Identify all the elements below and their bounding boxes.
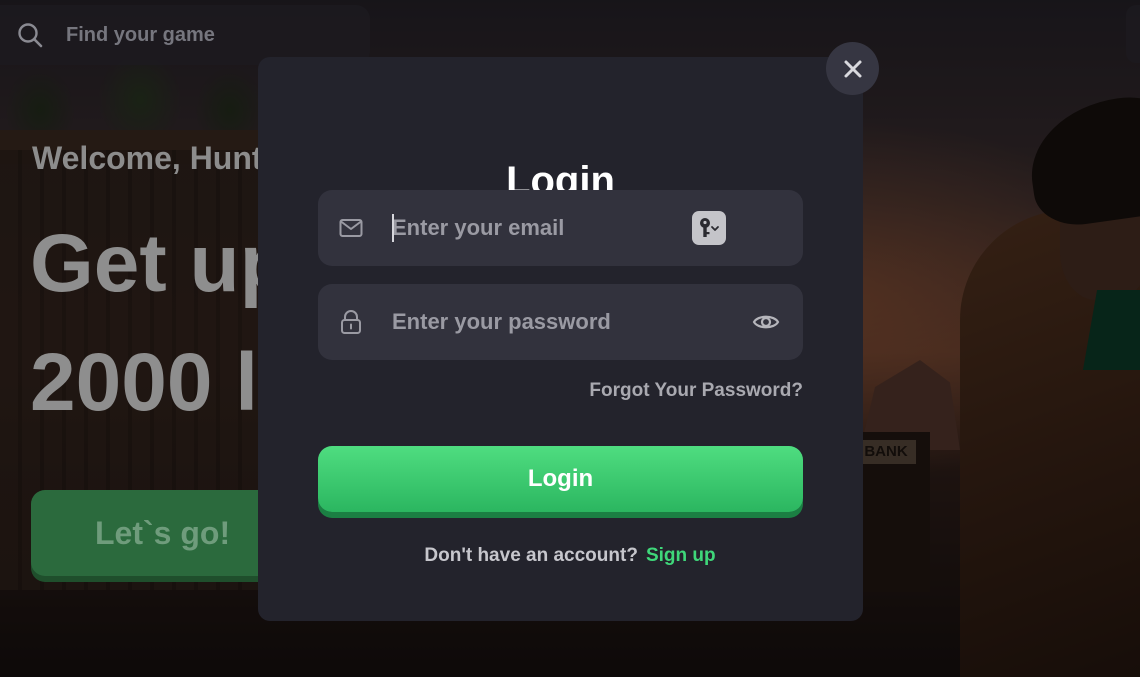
forgot-password-link[interactable]: Forgot Your Password? — [589, 380, 803, 402]
search-icon — [18, 23, 43, 48]
search-bar[interactable] — [0, 5, 370, 65]
key-icon — [700, 218, 719, 237]
close-icon — [844, 60, 861, 77]
welcome-text: Welcome, Hunt — [32, 140, 263, 176]
password-manager-button[interactable] — [692, 211, 726, 245]
close-button[interactable] — [826, 42, 879, 95]
email-field[interactable] — [318, 190, 803, 266]
email-input[interactable] — [392, 190, 732, 266]
password-input[interactable] — [392, 284, 732, 360]
header-right-panel — [1126, 5, 1140, 63]
login-button[interactable]: Login — [318, 446, 803, 512]
show-password-button[interactable] — [752, 308, 780, 336]
no-account-text: Don't have an account? — [424, 545, 638, 566]
search-input[interactable] — [66, 23, 326, 47]
text-caret — [392, 214, 394, 242]
signup-prompt: Don't have an account? Sign up — [0, 545, 1140, 567]
eye-icon — [752, 315, 780, 329]
signup-link[interactable]: Sign up — [646, 545, 716, 566]
mail-icon — [339, 219, 363, 237]
lock-icon — [341, 310, 361, 334]
password-field[interactable] — [318, 284, 803, 360]
hero-headline: Get up 2000 l — [30, 218, 290, 428]
